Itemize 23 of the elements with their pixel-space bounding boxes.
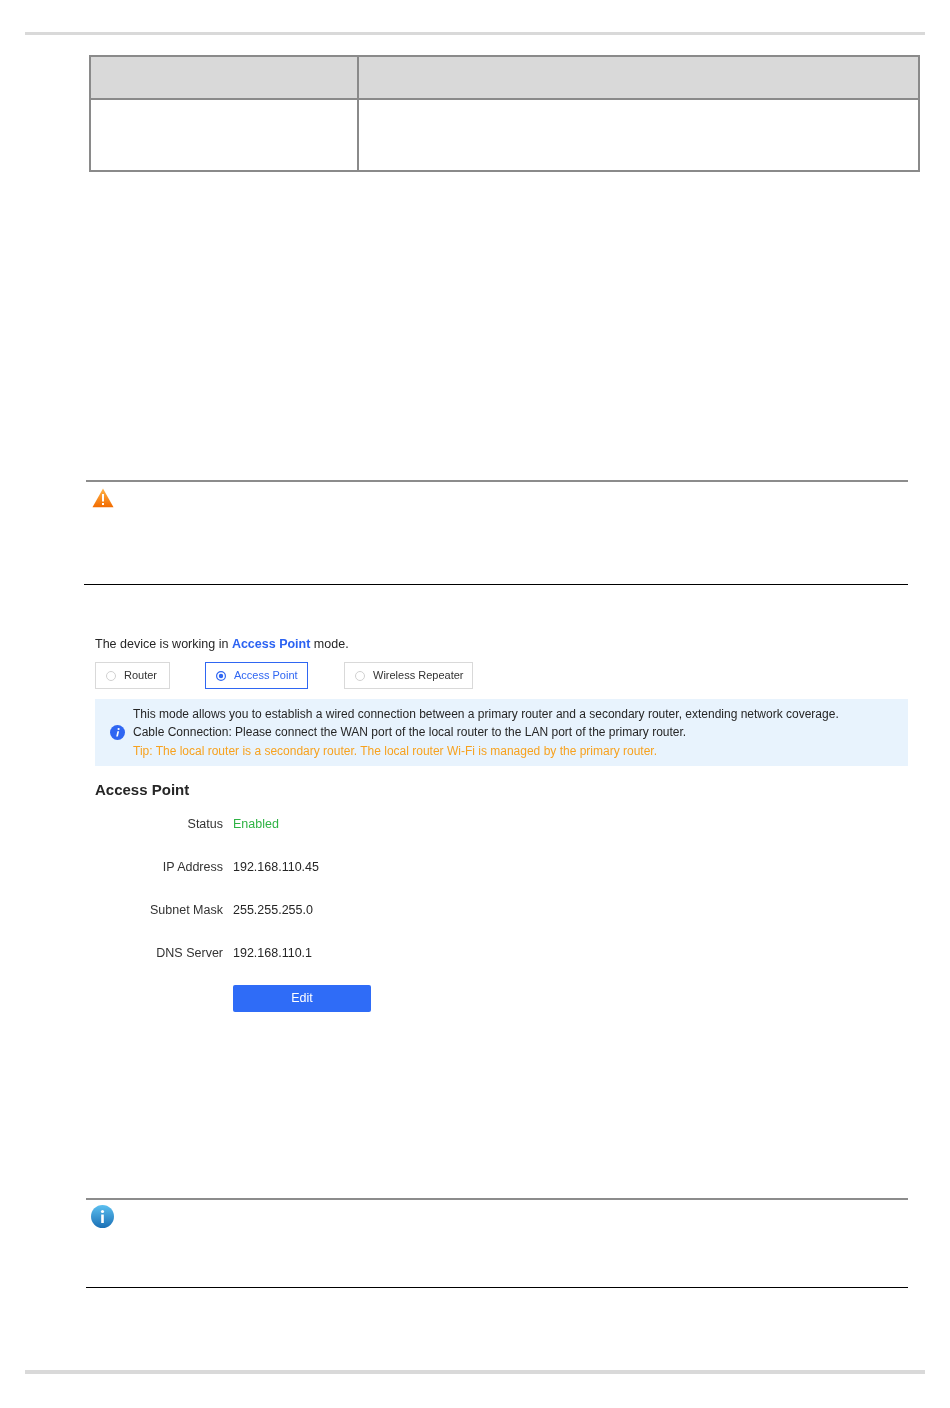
field-value: 255.255.255.0 [233, 902, 313, 920]
field-value: Enabled [233, 816, 279, 834]
alert-text: Cable Connection: Please connect the WAN port of the local router to the LAN port of the primary router. [133, 724, 688, 742]
edit-button[interactable]: Edit [233, 985, 371, 1012]
mode-radio-option[interactable]: Wireless Repeater [344, 662, 473, 689]
tip-text: Tip: The local router is a secondary router. The local router Wi-Fi is managed by the primary router. [133, 742, 658, 760]
mode-radio-option[interactable]: Router [95, 662, 170, 689]
field-label: DNS Server [155, 945, 223, 963]
field-label: Status [186, 816, 223, 834]
radio-icon [216, 670, 226, 681]
field-label: IP Address [161, 859, 223, 877]
section-title: Access Point [95, 780, 190, 800]
mode-radio-option[interactable]: Access Point [205, 662, 308, 689]
info-icon [110, 725, 125, 740]
info-icon [91, 1205, 114, 1228]
field-label: Subnet Mask [149, 902, 223, 920]
alert-text: This mode allows you to establish a wired connection between a primary router and a secondary router, extending network coverage. [133, 705, 839, 723]
warning-icon [92, 488, 114, 508]
mode-status-text: The device is working in Access Point mode. [95, 636, 349, 652]
radio-icon [106, 670, 116, 681]
field-value: 192.168.110.45 [233, 859, 319, 877]
radio-icon [355, 670, 365, 681]
field-value: 192.168.110.1 [233, 945, 312, 963]
